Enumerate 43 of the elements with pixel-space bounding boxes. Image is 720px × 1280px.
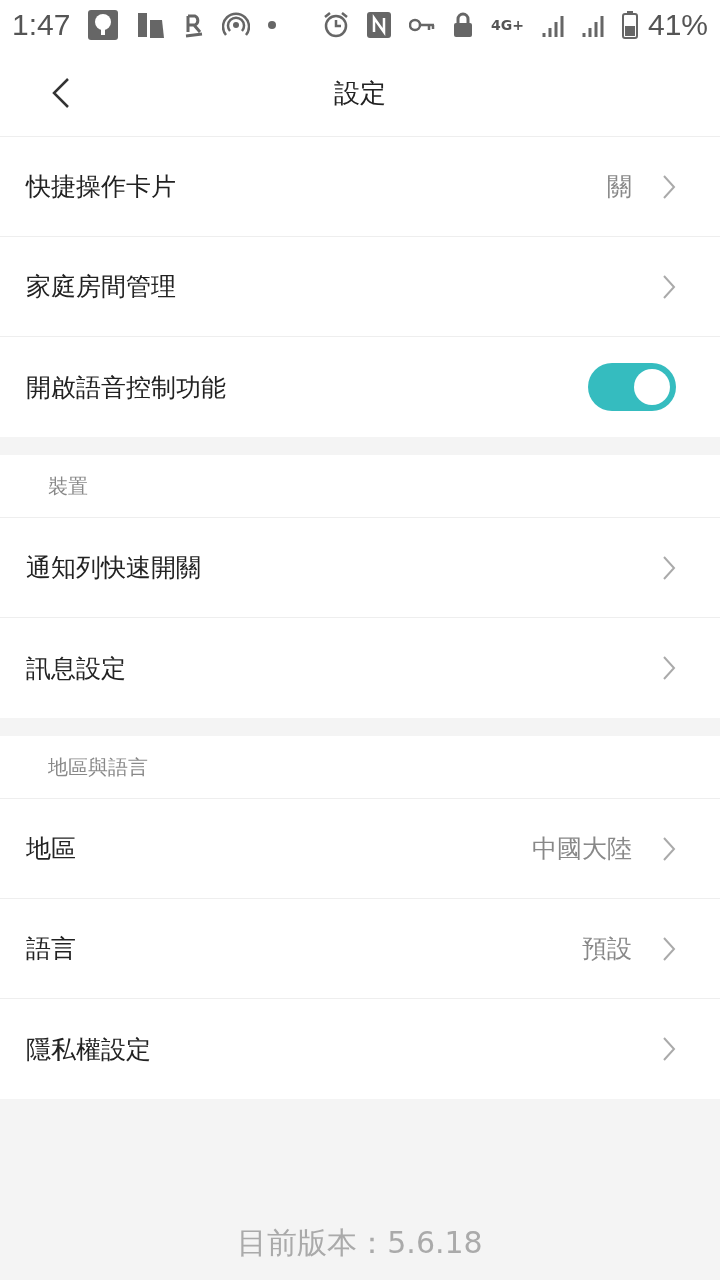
r-logo-icon [184, 12, 205, 38]
row-value: 預設 [582, 933, 632, 965]
settings-row[interactable]: 隱私權設定 [0, 999, 720, 1099]
chevron-icon [662, 935, 676, 962]
settings-row[interactable]: 快捷操作卡片 關 [0, 137, 720, 237]
row-label: 地區 [26, 833, 77, 865]
row-label: 快捷操作卡片 [26, 171, 177, 203]
settings-row[interactable]: 地區 中國大陸 [0, 799, 720, 899]
settings-row[interactable]: 語言 預設 [0, 899, 720, 999]
alarm-icon [323, 11, 349, 39]
version-text: 目前版本：5.6.18 [237, 1225, 483, 1260]
section-header: 地區與語言 [48, 753, 148, 781]
back-icon[interactable] [52, 77, 70, 109]
settings-row[interactable]: 家庭房間管理 [0, 237, 720, 337]
signal-icon [541, 13, 564, 37]
row-label: 訊息設定 [26, 652, 127, 685]
lock-icon [453, 12, 473, 38]
row-label: 開啟語音控制功能 [26, 371, 227, 404]
row-label: 隱私權設定 [26, 1033, 152, 1066]
row-value: 中國大陸 [532, 833, 632, 865]
chevron-icon [662, 835, 676, 862]
chevron-icon [662, 1036, 676, 1062]
chevron-icon [662, 273, 676, 300]
nfc-icon [367, 12, 391, 38]
status-time: 1:47 [12, 8, 71, 42]
chevron-icon [662, 655, 676, 681]
battery-percent: 41% [647, 8, 708, 42]
page-title: 設定 [334, 77, 386, 108]
settings-row[interactable]: 訊息設定 [0, 618, 720, 718]
chevron-icon [662, 554, 676, 581]
battery-icon [621, 11, 638, 39]
section-header: 裝置 [48, 472, 88, 500]
network-type: 4G+ [491, 18, 524, 32]
chevron-icon [662, 173, 676, 200]
row-label: 語言 [26, 933, 77, 965]
row-label: 家庭房間管理 [26, 271, 177, 303]
dot-icon [268, 21, 277, 29]
row-label: 通知列快速開關 [26, 552, 202, 584]
key-icon [409, 18, 435, 32]
toggle-switch[interactable] [588, 363, 676, 411]
signal-icon [581, 13, 604, 37]
row-value: 關 [607, 171, 632, 203]
settings-row[interactable]: 通知列快速開關 [0, 518, 720, 618]
